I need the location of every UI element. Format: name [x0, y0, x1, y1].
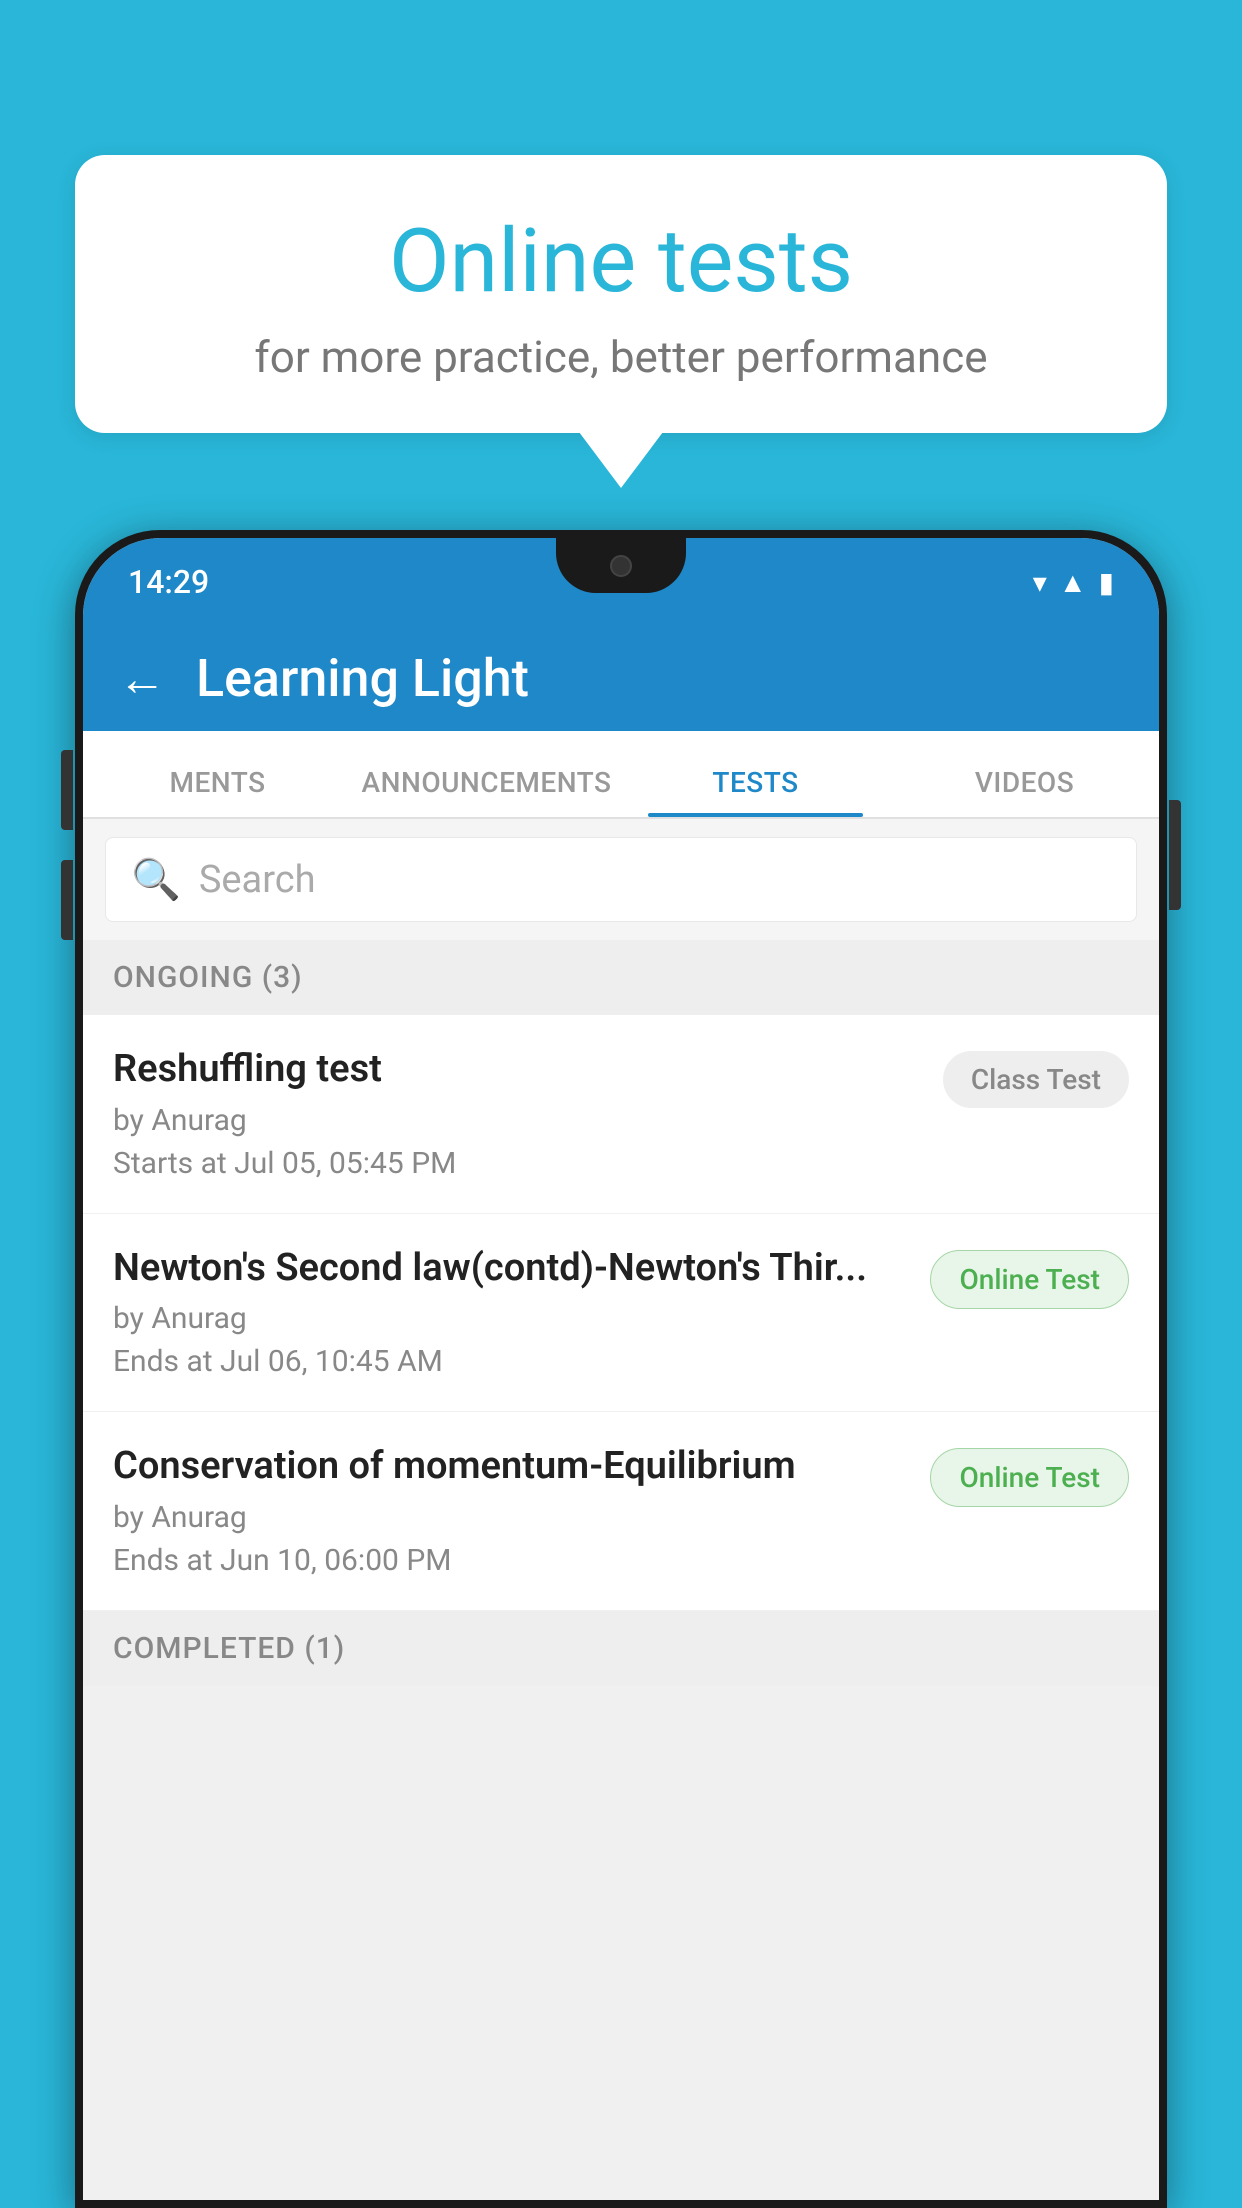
- speech-bubble: Online tests for more practice, better p…: [75, 155, 1167, 433]
- test-item-conservation[interactable]: Conservation of momentum-Equilibrium by …: [83, 1412, 1159, 1611]
- test-name-conservation: Conservation of momentum-Equilibrium: [113, 1444, 910, 1490]
- test-name-reshuffling: Reshuffling test: [113, 1047, 923, 1093]
- test-info-reshuffling: Reshuffling test by Anurag Starts at Jul…: [113, 1047, 923, 1181]
- search-input[interactable]: Search: [199, 858, 316, 902]
- test-name-newtons: Newton's Second law(contd)-Newton's Thir…: [113, 1246, 910, 1292]
- notch: [556, 538, 686, 593]
- test-time-conservation: Ends at Jun 10, 06:00 PM: [113, 1543, 910, 1578]
- camera: [610, 555, 632, 577]
- test-badge-reshuffling: Class Test: [943, 1051, 1129, 1108]
- search-icon: 🔍: [131, 856, 181, 903]
- tabs-bar: MENTS ANNOUNCEMENTS TESTS VIDEOS: [83, 731, 1159, 819]
- app-title: Learning Light: [196, 648, 529, 709]
- search-bar[interactable]: 🔍 Search: [105, 837, 1137, 922]
- back-button[interactable]: ←: [118, 650, 166, 707]
- test-list: Reshuffling test by Anurag Starts at Jul…: [83, 1015, 1159, 1611]
- power-button: [1169, 800, 1181, 910]
- test-item-reshuffling[interactable]: Reshuffling test by Anurag Starts at Jul…: [83, 1015, 1159, 1214]
- volume-up-button: [61, 750, 73, 830]
- test-badge-newtons: Online Test: [930, 1250, 1129, 1309]
- status-bar: 14:29 ▾ ▲ ▮: [83, 538, 1159, 626]
- test-item-newtons[interactable]: Newton's Second law(contd)-Newton's Thir…: [83, 1214, 1159, 1413]
- phone-screen: 14:29 ▾ ▲ ▮ ← Learning Light MENTS ANNOU…: [83, 538, 1159, 2200]
- battery-icon: ▮: [1099, 566, 1114, 599]
- status-time: 14:29: [128, 563, 209, 601]
- test-author-reshuffling: by Anurag: [113, 1103, 923, 1138]
- signal-icon: ▲: [1059, 566, 1087, 599]
- tab-videos[interactable]: VIDEOS: [890, 766, 1159, 817]
- wifi-icon: ▾: [1033, 566, 1047, 599]
- test-badge-conservation: Online Test: [930, 1448, 1129, 1507]
- search-container: 🔍 Search: [83, 819, 1159, 940]
- test-info-conservation: Conservation of momentum-Equilibrium by …: [113, 1444, 910, 1578]
- test-info-newtons: Newton's Second law(contd)-Newton's Thir…: [113, 1246, 910, 1380]
- tab-announcements[interactable]: ANNOUNCEMENTS: [352, 766, 621, 817]
- bubble-title: Online tests: [135, 210, 1107, 313]
- ongoing-section-header: ONGOING (3): [83, 940, 1159, 1015]
- app-header: ← Learning Light: [83, 626, 1159, 731]
- test-time-newtons: Ends at Jul 06, 10:45 AM: [113, 1344, 910, 1379]
- test-author-newtons: by Anurag: [113, 1301, 910, 1336]
- test-author-conservation: by Anurag: [113, 1500, 910, 1535]
- test-time-reshuffling: Starts at Jul 05, 05:45 PM: [113, 1146, 923, 1181]
- phone-frame: 14:29 ▾ ▲ ▮ ← Learning Light MENTS ANNOU…: [75, 530, 1167, 2208]
- bubble-subtitle: for more practice, better performance: [135, 331, 1107, 383]
- completed-section-header: COMPLETED (1): [83, 1611, 1159, 1686]
- volume-down-button: [61, 860, 73, 940]
- tab-ments[interactable]: MENTS: [83, 766, 352, 817]
- status-icons: ▾ ▲ ▮: [1033, 566, 1114, 599]
- tab-tests[interactable]: TESTS: [621, 766, 890, 817]
